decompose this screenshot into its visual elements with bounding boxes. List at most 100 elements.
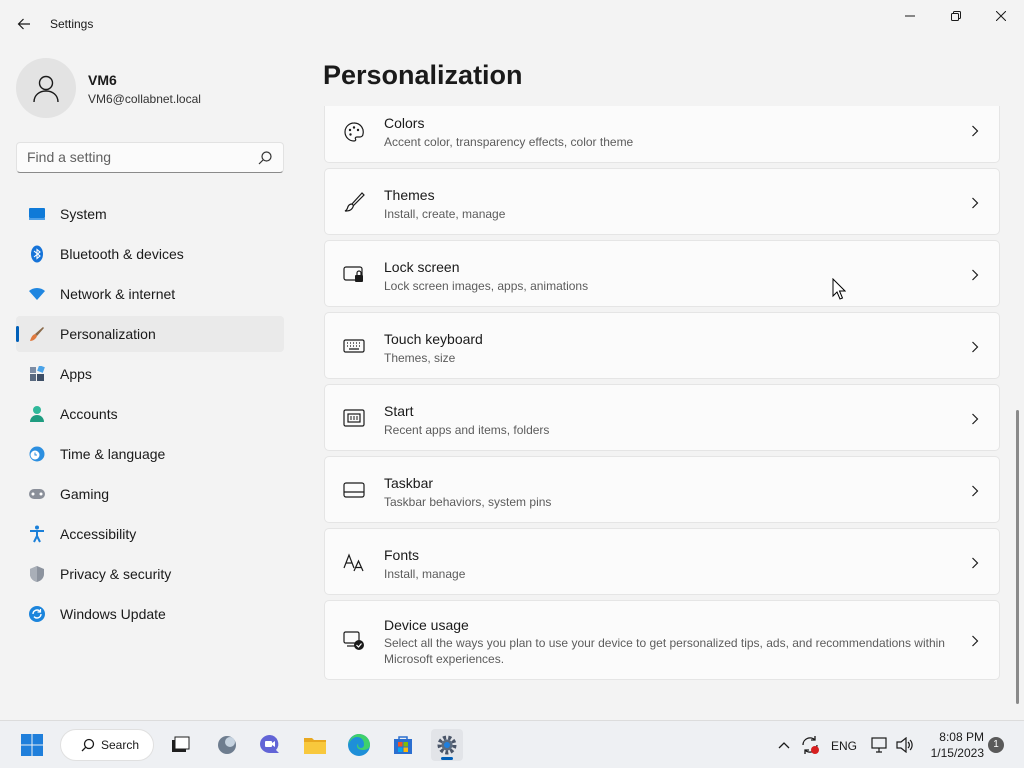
settings-search[interactable]	[16, 142, 284, 173]
card-title: Taskbar	[384, 475, 434, 491]
search-icon	[257, 150, 273, 166]
restore-button[interactable]	[933, 0, 979, 32]
clock-date: 1/15/2023	[930, 746, 984, 760]
show-hidden-icons-button[interactable]	[770, 729, 798, 761]
chevron-right-icon	[969, 557, 981, 569]
settings-card-start[interactable]: Start Recent apps and items, folders	[324, 384, 1000, 451]
search-icon	[81, 738, 95, 752]
card-subtitle: Themes, size	[384, 351, 456, 365]
card-title: Lock screen	[384, 259, 460, 275]
card-title: Themes	[384, 187, 435, 203]
chevron-right-icon	[969, 485, 981, 497]
windows-update-icon	[28, 605, 46, 623]
chevron-right-icon	[969, 269, 981, 281]
settings-card-taskbar[interactable]: Taskbar Taskbar behaviors, system pins	[324, 456, 1000, 523]
search-input[interactable]	[27, 149, 247, 165]
taskbar-search-label: Search	[101, 738, 140, 752]
content-scrollbar[interactable]	[1016, 410, 1019, 704]
settings-card-touch-keyboard[interactable]: Touch keyboard Themes, size	[324, 312, 1000, 379]
privacy-shield-icon	[28, 565, 46, 583]
taskbar-search-button[interactable]: Search	[60, 729, 154, 761]
sidebar-item-label: Time & language	[60, 446, 166, 462]
chat-icon	[260, 735, 279, 753]
settings-app-button[interactable]	[431, 729, 463, 761]
input-language-indicator[interactable]: ENG	[831, 739, 857, 753]
folder-icon	[304, 738, 326, 754]
card-subtitle: Lock screen images, apps, animations	[384, 279, 589, 293]
sidebar-item-privacy-security[interactable]: Privacy & security	[16, 556, 284, 592]
sidebar-item-bluetooth[interactable]: Bluetooth & devices	[16, 236, 284, 272]
chevron-right-icon	[969, 197, 981, 209]
palette-icon	[343, 121, 365, 143]
back-button[interactable]	[8, 8, 40, 40]
avatar	[16, 58, 76, 118]
minimize-button[interactable]	[887, 0, 933, 32]
minimize-icon	[905, 15, 915, 17]
card-title: Fonts	[384, 547, 420, 563]
settings-card-themes[interactable]: Themes Install, create, manage	[324, 168, 1000, 235]
card-title: Touch keyboard	[384, 331, 483, 347]
card-subtitle: Accent color, transparency effects, colo…	[384, 135, 634, 149]
sidebar-item-network[interactable]: Network & internet	[16, 276, 284, 312]
sidebar-item-accounts[interactable]: Accounts	[16, 396, 284, 432]
sidebar-item-label: Network & internet	[60, 286, 176, 302]
sidebar-item-label: System	[60, 206, 107, 222]
settings-card-device-usage[interactable]: Device usage Select all the ways you pla…	[324, 600, 1000, 680]
notification-badge[interactable]: 1	[988, 737, 1004, 753]
restore-icon	[951, 11, 961, 21]
store-icon	[394, 736, 412, 754]
sync-status-button[interactable]	[796, 729, 824, 761]
sidebar-item-personalization[interactable]: Personalization	[16, 316, 284, 352]
widgets-button[interactable]	[211, 729, 243, 761]
sync-error-icon	[802, 736, 819, 754]
accessibility-icon	[28, 525, 46, 543]
sidebar-item-gaming[interactable]: Gaming	[16, 476, 284, 512]
device-usage-icon	[343, 629, 365, 651]
file-explorer-button[interactable]	[299, 729, 331, 761]
taskbar-icon	[343, 479, 365, 501]
volume-button[interactable]	[893, 729, 917, 761]
close-button[interactable]	[978, 0, 1024, 32]
chevron-right-icon	[969, 635, 981, 647]
sidebar-item-label: Bluetooth & devices	[60, 246, 184, 262]
sidebar-item-accessibility[interactable]: Accessibility	[16, 516, 284, 552]
personalization-icon	[28, 325, 46, 343]
card-title: Device usage	[384, 617, 469, 633]
sidebar-item-label: Privacy & security	[60, 566, 172, 582]
sidebar-item-label: Accessibility	[60, 526, 137, 542]
time-language-icon	[28, 445, 46, 463]
settings-card-colors[interactable]: Colors Accent color, transparency effect…	[324, 106, 1000, 163]
taskbar-clock[interactable]: 8:08 PM 1/15/2023	[924, 729, 984, 761]
settings-card-lock-screen[interactable]: Lock screen Lock screen images, apps, an…	[324, 240, 1000, 307]
user-profile[interactable]: VM6 VM6@collabnet.local	[16, 58, 286, 118]
user-email: VM6@collabnet.local	[88, 92, 201, 106]
settings-card-fonts[interactable]: Fonts Install, manage	[324, 528, 1000, 595]
gaming-icon	[28, 485, 46, 503]
edge-button[interactable]	[343, 729, 375, 761]
start-icon	[343, 407, 365, 429]
title-bar: Settings	[0, 0, 1024, 48]
page-title: Personalization	[323, 60, 523, 90]
network-status-button[interactable]	[868, 729, 892, 761]
lock-screen-icon	[343, 263, 365, 285]
sidebar-item-system[interactable]: System	[16, 196, 284, 232]
teams-chat-button[interactable]	[254, 729, 286, 761]
sidebar-item-time-language[interactable]: Time & language	[16, 436, 284, 472]
gear-icon	[437, 735, 457, 755]
start-button[interactable]	[16, 729, 48, 761]
sidebar-item-label: Accounts	[60, 406, 118, 422]
card-subtitle: Select all the ways you plan to use your…	[384, 636, 945, 666]
task-view-icon	[172, 736, 190, 752]
sidebar-item-label: Windows Update	[60, 606, 166, 622]
mouse-pointer-icon	[832, 277, 847, 300]
settings-list: Colors Accent color, transparency effect…	[324, 106, 1000, 720]
task-view-button[interactable]	[164, 729, 196, 761]
close-icon	[996, 11, 1006, 21]
sidebar-item-windows-update[interactable]: Windows Update	[16, 596, 284, 632]
store-button[interactable]	[387, 729, 419, 761]
user-name: VM6	[88, 72, 117, 88]
sidebar-item-apps[interactable]: Apps	[16, 356, 284, 392]
card-subtitle: Recent apps and items, folders	[384, 423, 550, 437]
accounts-icon	[28, 405, 46, 423]
apps-icon	[28, 365, 46, 383]
